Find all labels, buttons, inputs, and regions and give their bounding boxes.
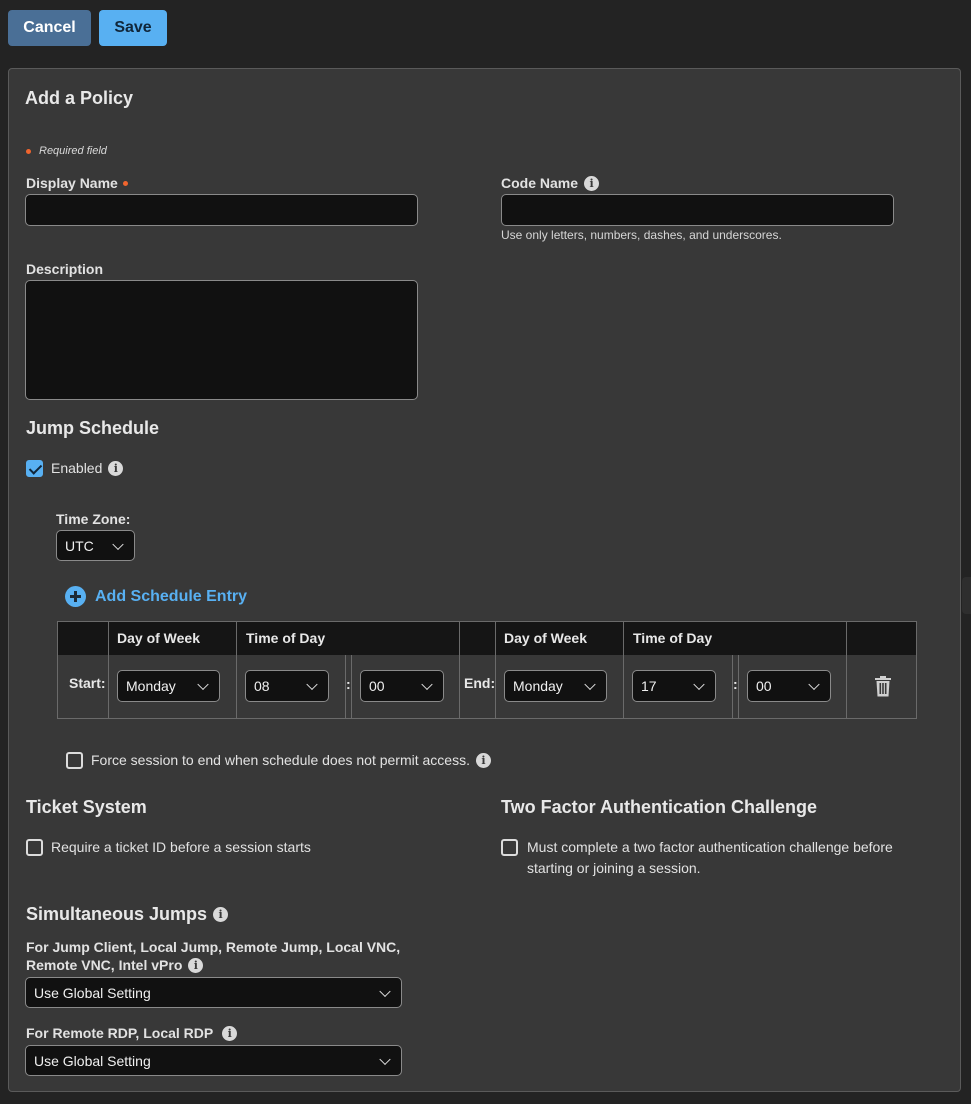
start-hour-select[interactable]: 08: [245, 670, 329, 702]
description-field[interactable]: [25, 280, 418, 400]
chevron-down-icon: [306, 678, 318, 691]
required-dot-icon: [26, 148, 31, 154]
add-schedule-entry-label: Add Schedule Entry: [95, 587, 248, 605]
two-factor-label-line2: starting or joining a session.: [527, 860, 701, 876]
force-end-checkbox[interactable]: [66, 752, 83, 769]
side-panel-handle[interactable]: [962, 577, 971, 614]
start-hour-value: 08: [254, 678, 270, 694]
page-title: Add a Policy: [25, 88, 134, 108]
info-icon[interactable]: i: [584, 175, 600, 191]
end-day-select[interactable]: Monday: [504, 670, 607, 702]
column-divider: [236, 622, 237, 718]
end-minute-select[interactable]: 00: [747, 670, 831, 702]
info-icon[interactable]: i: [188, 957, 204, 973]
code-name-field[interactable]: [501, 194, 894, 226]
info-icon[interactable]: i: [475, 752, 491, 768]
end-day-value: Monday: [513, 678, 563, 694]
timezone-value: UTC: [65, 537, 94, 554]
add-schedule-entry-button[interactable]: Add Schedule Entry: [65, 586, 247, 607]
jump-types-label-line2-wrap: Remote VNC, Intel vPro i: [26, 956, 400, 974]
chevron-down-icon: [112, 538, 124, 550]
end-minute-value: 00: [756, 678, 772, 694]
chevron-down-icon: [808, 678, 820, 691]
description-label: Description: [26, 261, 104, 277]
enabled-label-text: Enabled: [51, 460, 103, 476]
column-header: Time of Day: [246, 630, 326, 646]
chevron-down-icon: [379, 985, 391, 997]
rdp-select[interactable]: Use Global Setting: [25, 1045, 402, 1076]
cancel-button[interactable]: Cancel: [8, 10, 91, 46]
column-divider: [351, 655, 352, 718]
code-name-label: Code Name i: [501, 175, 600, 191]
column-divider: [623, 622, 624, 718]
required-note-text: Required field: [39, 145, 107, 157]
display-name-label-text: Display Name: [26, 175, 118, 191]
jump-schedule-title: Jump Schedule: [26, 418, 160, 438]
enabled-checkbox[interactable]: [26, 460, 43, 477]
ticket-required-label: Require a ticket ID before a session sta…: [51, 839, 311, 855]
ticket-system-title: Ticket System: [26, 797, 147, 817]
chevron-down-icon: [693, 678, 705, 691]
column-header: Day of Week: [117, 630, 200, 646]
timezone-label: Time Zone:: [56, 511, 131, 527]
chevron-down-icon: [421, 678, 433, 691]
jump-types-value: Use Global Setting: [34, 984, 151, 1001]
start-day-select[interactable]: Monday: [117, 670, 220, 702]
jump-types-label-line2: Remote VNC, Intel vPro: [26, 957, 183, 973]
chevron-down-icon: [379, 1053, 391, 1065]
start-day-value: Monday: [126, 678, 176, 694]
jump-types-label: For Jump Client, Local Jump, Remote Jump…: [26, 938, 400, 974]
chevron-down-icon: [197, 678, 209, 691]
two-factor-checkbox[interactable]: [501, 839, 518, 856]
start-label: Start:: [69, 675, 106, 691]
ticket-required-checkbox[interactable]: [26, 839, 43, 856]
two-factor-title: Two Factor Authentication Challenge: [501, 797, 818, 817]
toolbar: Cancel Save: [8, 10, 167, 46]
force-end-label: Force session to end when schedule does …: [91, 750, 491, 771]
column-divider: [738, 655, 739, 718]
add-policy-panel: Add a Policy Required field Display Name…: [8, 68, 961, 1092]
required-note: Required field: [26, 145, 107, 157]
simultaneous-jumps-title-text: Simultaneous Jumps: [26, 904, 208, 924]
column-divider: [846, 622, 847, 718]
two-factor-label-line1: Must complete a two factor authenticatio…: [527, 839, 893, 855]
column-header: Time of Day: [633, 630, 713, 646]
rdp-value: Use Global Setting: [34, 1052, 151, 1069]
plus-circle-icon: [65, 586, 86, 607]
display-name-field[interactable]: [25, 194, 418, 226]
end-hour-value: 17: [641, 678, 657, 694]
force-end-label-text: Force session to end when schedule does …: [91, 752, 470, 768]
column-divider: [459, 622, 460, 718]
column-divider: [495, 622, 496, 718]
column-header: Day of Week: [504, 630, 587, 646]
code-name-hint: Use only letters, numbers, dashes, and u…: [501, 228, 782, 242]
time-separator: :: [733, 676, 738, 692]
code-name-label-text: Code Name: [501, 175, 579, 191]
display-name-label: Display Name: [26, 175, 128, 191]
start-minute-select[interactable]: 00: [360, 670, 444, 702]
timezone-select[interactable]: UTC: [56, 530, 135, 561]
jump-types-label-line1: For Jump Client, Local Jump, Remote Jump…: [26, 939, 401, 955]
rdp-label: For Remote RDP, Local RDP i: [26, 1025, 238, 1041]
time-separator: :: [346, 676, 351, 692]
column-divider: [108, 622, 109, 718]
save-button[interactable]: Save: [99, 10, 167, 46]
info-icon[interactable]: i: [108, 460, 124, 476]
schedule-table: Day of Week Time of Day Day of Week Time…: [57, 621, 917, 719]
rdp-label-text: For Remote RDP, Local RDP: [26, 1025, 214, 1041]
required-dot-icon: [122, 180, 128, 186]
simultaneous-jumps-title: Simultaneous Jumps i: [26, 904, 229, 925]
start-minute-value: 00: [369, 678, 385, 694]
chevron-down-icon: [584, 678, 596, 691]
end-hour-select[interactable]: 17: [632, 670, 716, 702]
trash-icon[interactable]: [874, 676, 892, 697]
info-icon[interactable]: i: [213, 906, 229, 922]
jump-types-select[interactable]: Use Global Setting: [25, 977, 402, 1008]
enabled-label: Enabled i: [51, 458, 124, 479]
two-factor-label: Must complete a two factor authenticatio…: [527, 837, 893, 879]
end-label: End:: [464, 675, 496, 691]
info-icon[interactable]: i: [222, 1025, 238, 1041]
